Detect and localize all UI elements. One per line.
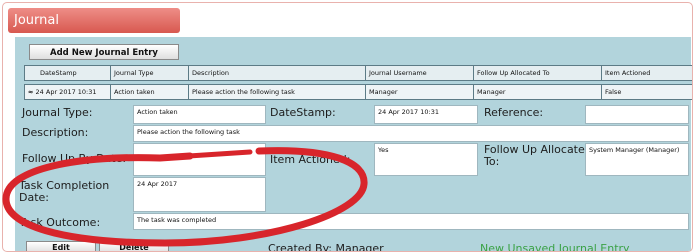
follow-up-by-date-input[interactable] — [133, 143, 266, 176]
created-by-text: Created By: Manager — [268, 242, 384, 252]
datestamp-label: DateStamp: — [270, 106, 336, 119]
journal-panel: Journal Add New Journal Entry DateStamp … — [2, 2, 693, 252]
status-text: New Unsaved Journal Entry — [480, 242, 630, 252]
add-journal-entry-button[interactable]: Add New Journal Entry — [29, 44, 179, 60]
col-header-follow-up-allocated[interactable]: Follow Up Allocated To — [473, 65, 602, 81]
reference-label: Reference: — [484, 106, 544, 119]
task-completion-date-value[interactable]: 24 Apr 2017 — [133, 177, 266, 212]
follow-up-allocated-value[interactable]: System Manager (Manager) — [585, 143, 689, 176]
journal-content: Add New Journal Entry DateStamp Journal … — [15, 37, 692, 252]
follow-up-by-date-label: Follow Up By Date: — [22, 152, 127, 165]
col-header-item-actioned[interactable]: Item Actioned — [601, 65, 692, 81]
panel-title: Journal — [8, 8, 180, 33]
description-value[interactable]: Please action the following task — [133, 125, 689, 142]
journal-type-value[interactable]: Action taken — [133, 105, 266, 124]
task-outcome-label: Task Outcome: — [19, 216, 101, 229]
expand-row-icon[interactable]: ≈ — [28, 88, 33, 96]
description-label: Description: — [22, 126, 89, 139]
datestamp-value[interactable]: 24 Apr 2017 10:31 — [374, 105, 478, 124]
table-cell-journal-username: Manager — [365, 84, 474, 100]
journal-type-label: Journal Type: — [22, 106, 93, 119]
follow-up-allocated-label: Follow Up Allocated To: — [484, 143, 592, 168]
table-row[interactable]: ≈ 24 Apr 2017 10:31 Action taken Please … — [24, 84, 692, 100]
journal-table: DateStamp Journal Type Description Journ… — [24, 65, 692, 100]
table-cell-journal-type: Action taken — [110, 84, 189, 100]
table-header-row: DateStamp Journal Type Description Journ… — [24, 65, 692, 81]
table-cell-item-actioned: False — [601, 84, 692, 100]
col-header-datestamp[interactable]: DateStamp — [24, 65, 111, 81]
reference-input[interactable] — [585, 105, 689, 124]
table-cell-follow-up-allocated: Manager — [473, 84, 602, 100]
col-header-description[interactable]: Description — [188, 65, 366, 81]
item-actioned-label: Item Actioned: — [270, 153, 351, 166]
table-cell-description: Please action the following task — [188, 84, 366, 100]
col-header-journal-username[interactable]: Journal Username — [365, 65, 474, 81]
task-outcome-value[interactable]: The task was completed — [133, 213, 689, 230]
task-completion-date-label: Task Completion Date: — [19, 179, 110, 204]
edit-button[interactable]: Edit — [26, 241, 96, 251]
table-cell-datestamp: ≈ 24 Apr 2017 10:31 — [24, 84, 111, 100]
delete-button[interactable]: Delete — [99, 241, 169, 251]
col-header-journal-type[interactable]: Journal Type — [110, 65, 189, 81]
item-actioned-value[interactable]: Yes — [374, 143, 478, 176]
